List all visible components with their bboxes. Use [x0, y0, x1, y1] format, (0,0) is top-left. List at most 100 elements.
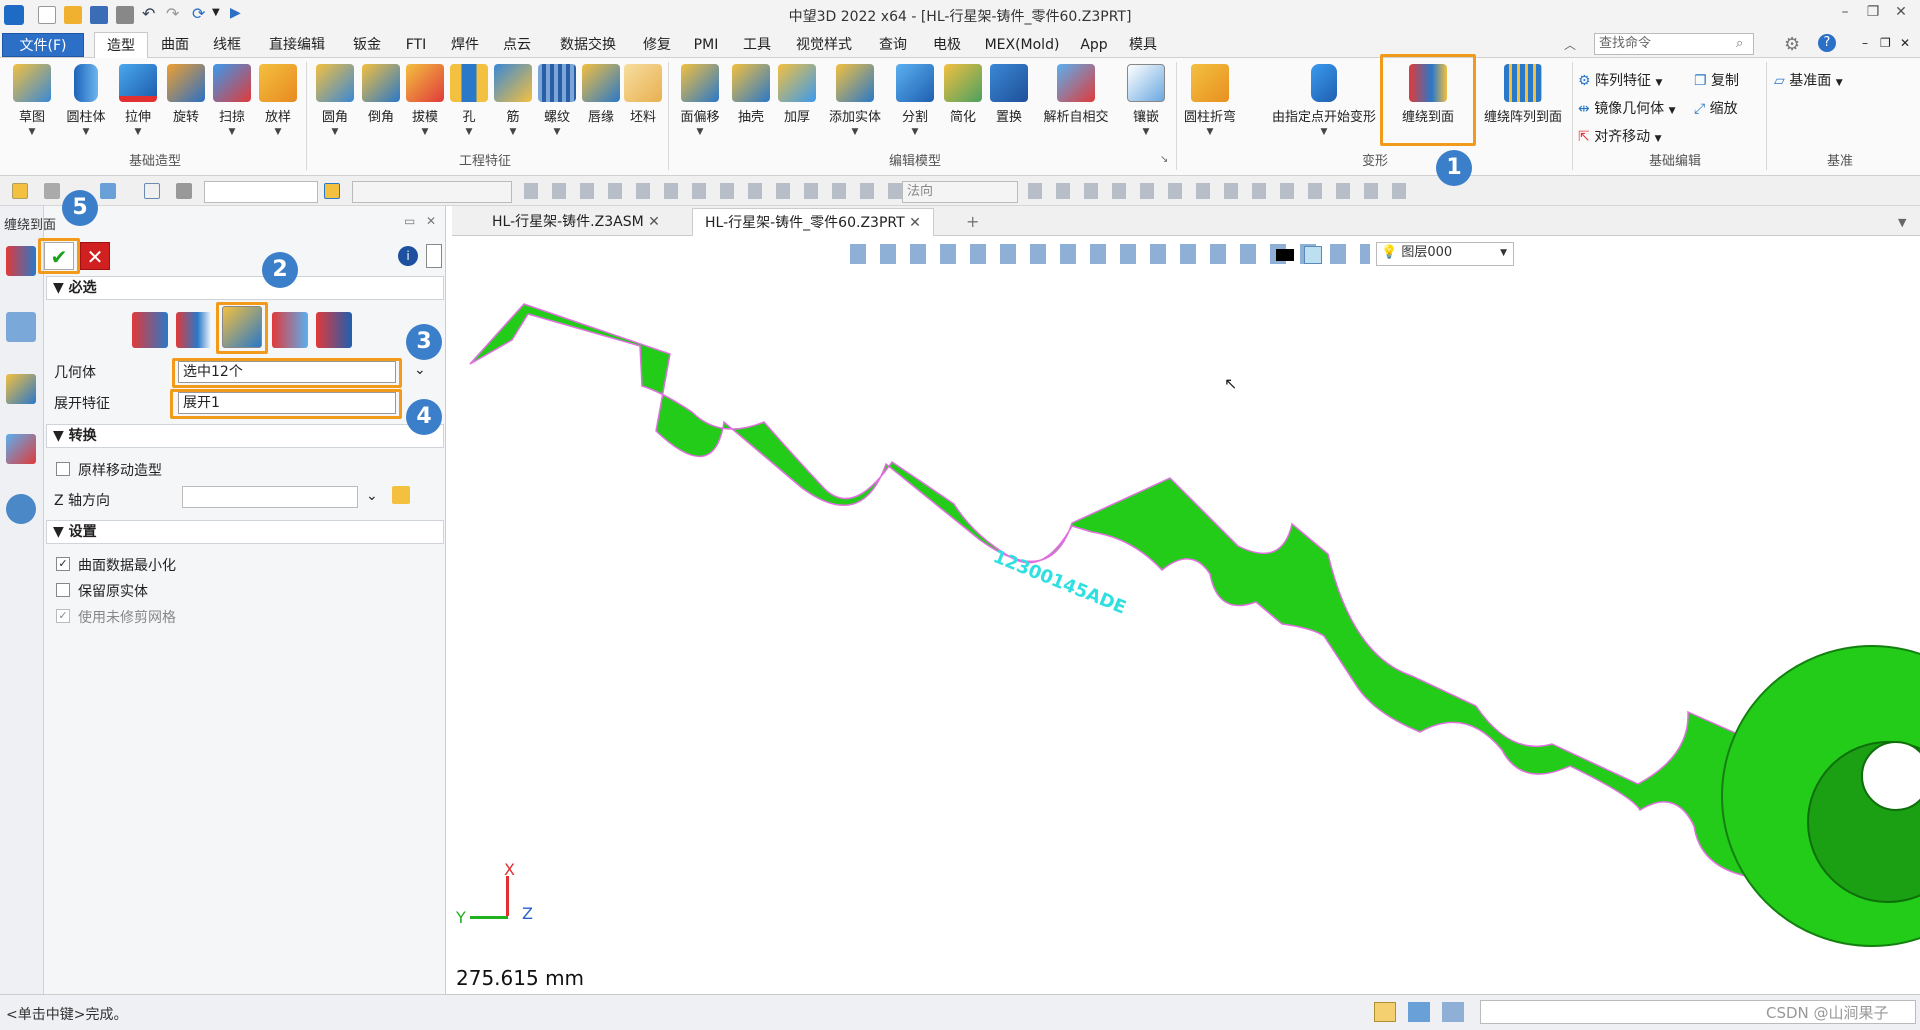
datum-plane-button[interactable]: ▱ 基准面 ▼: [1774, 70, 1843, 90]
menu-sheet-metal[interactable]: 钣金: [344, 32, 390, 58]
collapse-ribbon-icon[interactable]: ︿: [1564, 36, 1576, 53]
revolve-button[interactable]: 旋转: [162, 64, 210, 125]
section-required[interactable]: ▼ 必选: [46, 276, 444, 300]
direction-combo[interactable]: 法向: [902, 181, 1018, 203]
wrapped-strip-shape[interactable]: [469, 303, 1920, 933]
sketch-button[interactable]: 草图 ▼: [6, 64, 58, 137]
dropdown-arrow-icon[interactable]: ▼: [490, 127, 536, 137]
dropdown-arrow-icon[interactable]: ▼: [1122, 127, 1170, 137]
dropdown-arrow-icon[interactable]: ▼: [446, 127, 492, 137]
assembly-tree-icon[interactable]: [6, 312, 36, 342]
monitor-icon[interactable]: [1408, 1002, 1430, 1022]
cancel-button[interactable]: ✕: [80, 242, 110, 270]
expand-geometry-icon[interactable]: ⌄: [414, 362, 426, 378]
tab-list-icon[interactable]: ▼: [1898, 216, 1906, 229]
mdi-close-icon[interactable]: ✕: [1900, 36, 1910, 50]
chamfer-button[interactable]: 倒角: [358, 64, 404, 125]
close-tab-icon[interactable]: ✕: [909, 215, 921, 231]
command-search-input[interactable]: 查找命令: [1594, 33, 1754, 55]
panel-minimize-icon[interactable]: ▭: [404, 214, 415, 228]
dropdown-arrow-icon[interactable]: ▼: [402, 127, 448, 137]
menu-mex-mold[interactable]: MEX(Mold): [976, 32, 1068, 58]
fillet-button[interactable]: 圆角 ▼: [312, 64, 358, 137]
filter-combo[interactable]: [204, 181, 318, 203]
dropdown-arrow-icon[interactable]: ▼: [534, 127, 580, 137]
info-icon[interactable]: i: [398, 246, 418, 266]
image-manager-icon[interactable]: [6, 434, 36, 464]
wrap-pattern-to-face-button[interactable]: 缠绕阵列到面: [1478, 64, 1568, 125]
keep-original-solid-checkbox[interactable]: [56, 583, 70, 597]
mdi-restore-icon[interactable]: ❐: [1880, 36, 1891, 50]
menu-fti[interactable]: FTI: [398, 32, 434, 58]
z-axis-field[interactable]: [182, 486, 358, 508]
close-tab-icon[interactable]: ✕: [648, 214, 660, 230]
dropdown-arrow-icon[interactable]: ▼: [1262, 127, 1386, 137]
draft-button[interactable]: 拔模 ▼: [402, 64, 448, 137]
menu-surface[interactable]: 曲面: [152, 32, 198, 58]
history-manager-icon[interactable]: [6, 246, 36, 276]
pattern-feature-button[interactable]: ⚙ 阵列特征 ▼: [1578, 70, 1662, 90]
section-transform[interactable]: ▼ 转换: [46, 424, 444, 448]
menu-data-exchange[interactable]: 数据交换: [550, 32, 626, 58]
entity-combo[interactable]: [352, 181, 512, 203]
preview-icon[interactable]: [426, 244, 442, 268]
menu-electrode[interactable]: 电极: [924, 32, 970, 58]
user-icon[interactable]: [6, 494, 36, 524]
menu-mold[interactable]: 模具: [1120, 32, 1166, 58]
feature-select-icon[interactable]: [324, 183, 340, 199]
settings-gear-icon[interactable]: ⚙: [1784, 34, 1800, 55]
menu-visual-style[interactable]: 视觉样式: [786, 32, 862, 58]
dropdown-arrow-icon[interactable]: ▼: [1180, 127, 1240, 137]
filter-icon[interactable]: [176, 183, 192, 199]
add-tab-icon[interactable]: +: [966, 212, 979, 231]
section-settings[interactable]: ▼ 设置: [46, 520, 444, 544]
help-icon[interactable]: ?: [1818, 34, 1836, 52]
extrude-button[interactable]: 拉伸 ▼: [114, 64, 162, 137]
stock-button[interactable]: 坯料: [620, 64, 666, 125]
menu-pmi[interactable]: PMI: [686, 32, 726, 58]
dropdown-arrow-icon[interactable]: ▼: [60, 127, 112, 137]
wrap-type-5-icon[interactable]: [316, 312, 352, 348]
thread-button[interactable]: 螺纹 ▼: [534, 64, 580, 137]
menu-app[interactable]: App: [1074, 32, 1114, 58]
cylinder-button[interactable]: 圆柱体 ▼: [60, 64, 112, 137]
tab-assembly[interactable]: HL-行星架-铸件.Z3ASM ✕: [480, 208, 672, 236]
search-icon[interactable]: ⌕: [1736, 36, 1743, 51]
dropdown-arrow-icon[interactable]: ▼: [254, 127, 302, 137]
use-untrimmed-mesh-checkbox[interactable]: ✓: [56, 609, 70, 623]
snap-icon[interactable]: [44, 183, 60, 199]
menu-point-cloud[interactable]: 点云: [494, 32, 540, 58]
emboss-button[interactable]: 镶嵌 ▼: [1122, 64, 1170, 137]
dialog-launcher-icon[interactable]: ↘: [1160, 154, 1168, 165]
face-offset-button[interactable]: 面偏移 ▼: [672, 64, 728, 137]
z-axis-expand-icon[interactable]: ⌄: [366, 488, 378, 504]
move-as-is-checkbox[interactable]: [56, 462, 70, 476]
dropdown-arrow-icon[interactable]: ▼: [672, 127, 728, 137]
scale-button[interactable]: ⤢ 缩放: [1694, 98, 1738, 118]
copy-button[interactable]: ❐ 复制: [1694, 70, 1739, 90]
tab-part[interactable]: HL-行星架-铸件_零件60.Z3PRT ✕: [692, 208, 934, 236]
polygon-icon[interactable]: [144, 183, 160, 199]
z-axis-pick-icon[interactable]: [392, 486, 410, 504]
loft-button[interactable]: 放样 ▼: [254, 64, 302, 137]
simplify-button[interactable]: 简化: [940, 64, 986, 125]
dropdown-arrow-icon[interactable]: ▼: [312, 127, 358, 137]
thicken-button[interactable]: 加厚: [774, 64, 820, 125]
dropdown-arrow-icon[interactable]: ▼: [208, 127, 256, 137]
split-button[interactable]: 分割 ▼: [892, 64, 938, 137]
sweep-button[interactable]: 扫掠 ▼: [208, 64, 256, 137]
add-solid-button[interactable]: 添加实体 ▼: [822, 64, 888, 137]
lip-button[interactable]: 唇缘: [578, 64, 624, 125]
list-icon[interactable]: [1442, 1002, 1464, 1022]
wrap-type-4-icon[interactable]: [272, 312, 308, 348]
resolve-self-intersection-button[interactable]: 解析自相交: [1034, 64, 1118, 125]
menu-query[interactable]: 查询: [870, 32, 916, 58]
select-filter-icon[interactable]: [12, 183, 28, 199]
mdi-minimize-icon[interactable]: –: [1862, 36, 1868, 50]
menu-weldment[interactable]: 焊件: [442, 32, 488, 58]
wrap-type-2-icon[interactable]: [176, 312, 212, 348]
close-icon[interactable]: ✕: [1888, 4, 1914, 26]
replace-button[interactable]: 置换: [986, 64, 1032, 125]
deform-from-point-button[interactable]: 由指定点开始变形 ▼: [1262, 64, 1386, 137]
dropdown-arrow-icon[interactable]: ▼: [892, 127, 938, 137]
